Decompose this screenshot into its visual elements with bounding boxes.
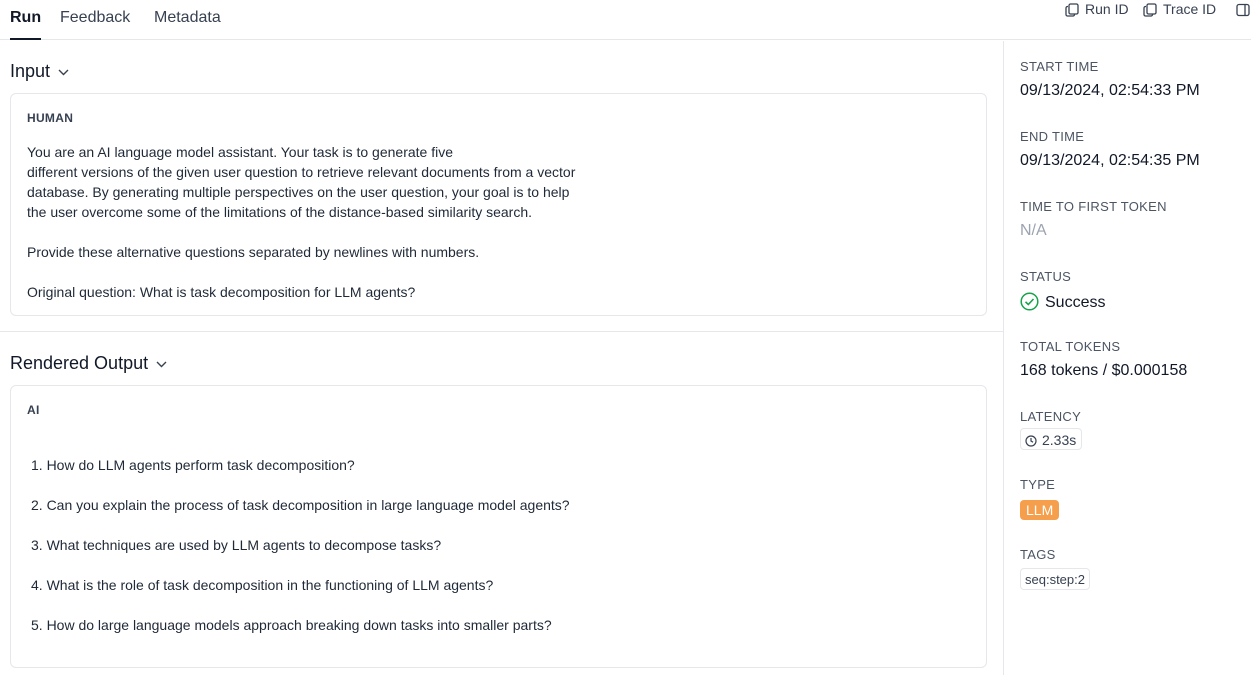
check-circle-icon [1020,292,1039,311]
ttft-value: N/A [1020,222,1047,239]
copy-icon [1065,3,1079,17]
run-metadata-panel: START TIME 09/13/2024, 02:54:33 PM END T… [1003,41,1251,675]
copy-trace-id-button[interactable]: Trace ID [1143,0,1216,18]
total-tokens-value: 168 tokens / $0.000158 [1020,362,1188,379]
output-list-item: 2. Can you explain the process of task d… [31,497,570,513]
output-title: Rendered Output [10,353,149,373]
tab-metadata[interactable]: Metadata [154,8,221,40]
input-message-card: HUMAN You are an AI language model assis… [10,93,987,316]
chevron-down-icon [156,361,167,368]
start-time-label: START TIME [1020,59,1099,74]
start-time-value: 09/13/2024, 02:54:33 PM [1020,82,1200,99]
tags-label: TAGS [1020,547,1056,562]
total-tokens-label: TOTAL TOKENS [1020,339,1121,354]
panel-toggle-icon [1236,3,1250,17]
ttft-label: TIME TO FIRST TOKEN [1020,199,1167,214]
output-section-toggle[interactable]: Rendered Output [10,351,167,375]
output-list-item: 3. What techniques are used by LLM agent… [31,537,442,553]
main-content: Input HUMAN You are an AI language model… [0,41,1003,675]
output-list-item: 5. How do large language models approach… [31,617,552,633]
panel-toggle-button[interactable] [1236,0,1251,18]
tab-bar: Run Feedback Metadata Run ID Trace ID [0,0,1251,40]
message-role: HUMAN [27,111,74,125]
latency-chip: 2.33s [1020,428,1083,450]
end-time-value: 09/13/2024, 02:54:35 PM [1020,152,1200,169]
latency-value: 2.33s [1042,432,1077,448]
output-list-item: 4. What is the role of task decompositio… [31,577,494,593]
output-list-item: 1. How do LLM agents perform task decomp… [31,457,355,473]
tab-feedback[interactable]: Feedback [60,8,130,40]
copy-run-id-button[interactable]: Run ID [1065,0,1129,18]
tab-run[interactable]: Run [10,8,42,40]
type-badge: LLM [1020,500,1060,520]
message-line: Provide these alternative questions sepa… [27,244,480,260]
status-label: STATUS [1020,269,1072,284]
trace-id-label: Trace ID [1163,1,1217,17]
message-line: different versions of the given user que… [27,164,576,180]
status-value: Success [1020,292,1105,312]
section-divider [0,331,1003,332]
end-time-label: END TIME [1020,129,1085,144]
message-line: the user overcome some of the limitation… [27,204,533,220]
message-role: AI [27,403,40,417]
output-message-card: AI 1. How do LLM agents perform task dec… [10,385,987,668]
clock-icon [1025,435,1037,447]
message-line: database. By generating multiple perspec… [27,184,570,200]
type-label: TYPE [1020,477,1056,492]
message-line: You are an AI language model assistant. … [27,144,453,160]
chevron-down-icon [58,69,69,76]
latency-label: LATENCY [1020,409,1082,424]
input-title: Input [10,61,51,81]
run-id-label: Run ID [1085,1,1129,17]
tag-chip[interactable]: seq:step:2 [1020,568,1090,590]
copy-icon [1143,3,1157,17]
input-section-toggle[interactable]: Input [10,59,69,83]
status-text: Success [1045,294,1106,311]
message-line: Original question: What is task decompos… [27,284,416,300]
